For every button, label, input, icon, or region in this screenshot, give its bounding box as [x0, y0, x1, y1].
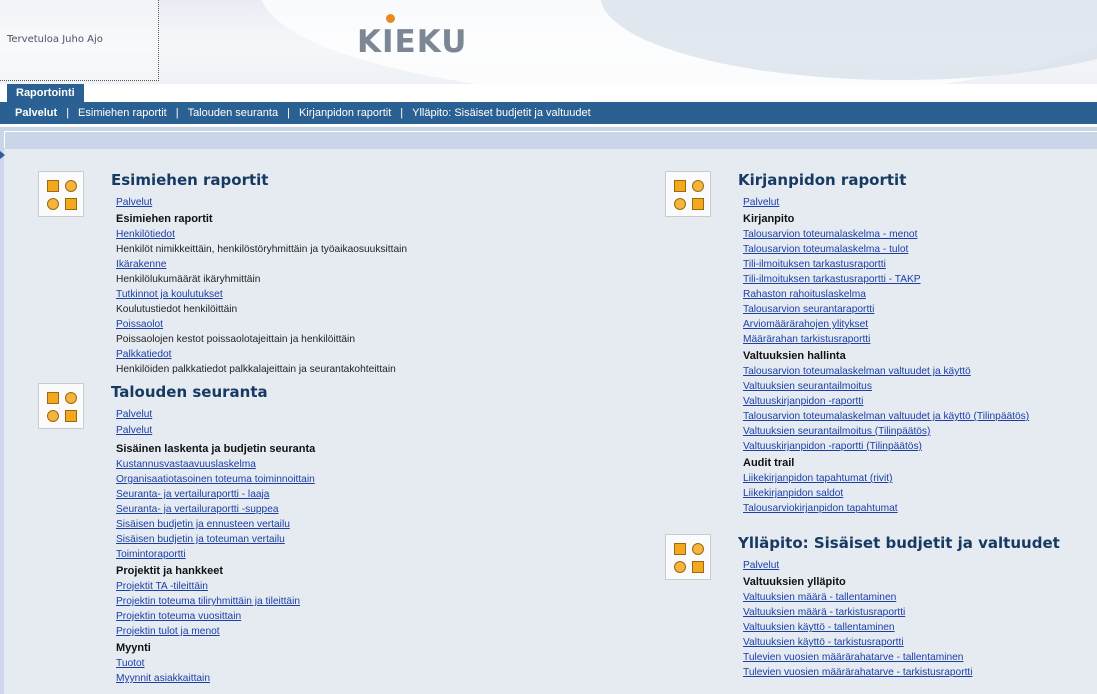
nav-item[interactable]: Ylläpito: Sisäiset budjetit ja valtuudet	[412, 107, 591, 119]
report-link[interactable]: Määrärahan tarkistusraportti	[743, 332, 1029, 347]
report-link[interactable]: Tulevien vuosien määrärahatarve - tarkis…	[743, 665, 973, 680]
nav-separator: |	[175, 107, 179, 119]
report-link[interactable]: Palkkatiedot	[116, 347, 407, 362]
report-link[interactable]: Palvelut	[743, 558, 973, 573]
group-heading: Valtuuksien hallinta	[743, 350, 846, 362]
group-heading: Audit trail	[743, 457, 795, 469]
report-link[interactable]: Seuranta- ja vertailuraportti - laaja	[116, 487, 315, 502]
report-link[interactable]: Projektit TA -tileittäin	[116, 579, 315, 594]
report-group-icon	[38, 383, 84, 429]
group-heading: Esimiehen raportit	[116, 213, 213, 225]
report-link[interactable]: Valtuuksien seurantailmoitus	[743, 379, 1029, 394]
report-link[interactable]: Liikekirjanpidon saldot	[743, 486, 1029, 501]
nav-items: Palvelut | Esimiehen raportit | Talouden seu…	[15, 102, 591, 124]
report-link[interactable]: Sisäisen budjetin ja ennusteen vertailu	[116, 517, 315, 532]
section-body: Palvelut Kirjanpito Talousarvion toteumala…	[743, 195, 1029, 516]
section-body: Palvelut Valtuuksien ylläpito Valtuuksien …	[743, 558, 973, 680]
report-link[interactable]: Toimintoraportti	[116, 547, 315, 562]
report-link[interactable]: Rahaston rahoituslaskelma	[743, 287, 1029, 302]
nav-separator: |	[287, 107, 290, 119]
nav-item[interactable]: Talouden seuranta	[188, 107, 279, 119]
report-link[interactable]: Talousarviokirjanpidon tapahtumat	[743, 501, 1029, 516]
nav-item[interactable]: Kirjanpidon raportit	[299, 107, 391, 119]
section-title: Esimiehen raportit	[111, 171, 269, 189]
nav-separator: |	[66, 107, 70, 119]
report-link[interactable]: Organisaatiotasoinen toteuma toiminnoitt…	[116, 472, 315, 487]
report-link[interactable]: Talousarvion toteumalaskelman valtuudet …	[743, 409, 1029, 424]
report-description: Poissaolojen kestot poissaolotajeittain …	[116, 334, 355, 345]
report-link[interactable]: Palvelut	[116, 195, 407, 210]
report-link[interactable]: Talousarvion toteumalaskelma - menot	[743, 227, 1029, 242]
left-collapse-strip[interactable]	[0, 149, 5, 694]
report-link[interactable]: Valtuuksien määrä - tarkistusraportti	[743, 605, 973, 620]
report-link[interactable]: Palvelut	[116, 422, 315, 440]
section-body: Palvelut Palvelut Sisäinen laskenta ja bud…	[116, 407, 315, 686]
report-link[interactable]: Projektin toteuma tiliryhmittäin ja tile…	[116, 594, 315, 609]
section-title: Kirjanpidon raportit	[738, 171, 907, 189]
group-heading: Valtuuksien ylläpito	[743, 576, 846, 588]
welcome-text: Tervetuloa Juho Ajo	[7, 34, 103, 45]
nav-item[interactable]: Palvelut	[15, 107, 57, 119]
report-description: Henkilöt nimikkeittäin, henkilöstöryhmit…	[116, 244, 408, 255]
report-link[interactable]: Tili-ilmoituksen tarkastusraportti - TAK…	[743, 272, 1029, 287]
report-link[interactable]: Ikärakenne	[116, 257, 407, 272]
report-link[interactable]: Palvelut	[116, 407, 315, 422]
sub-toolbar-inner	[4, 131, 1097, 148]
group-heading: Kirjanpito	[743, 213, 795, 225]
report-link[interactable]: Poissaolot	[116, 317, 407, 332]
report-link[interactable]: Projektin tulot ja menot	[116, 624, 315, 639]
report-link[interactable]: Valtuuskirjanpidon -raportti (Tilinpäätö…	[743, 439, 1029, 454]
kieku-logo: KIEKU	[357, 14, 477, 64]
section-body: Palvelut Esimiehen raportit Henkilötiedot H…	[116, 195, 407, 377]
group-heading: Projektit ja hankkeet	[116, 565, 223, 577]
report-link[interactable]: Talousarvion seurantaraportti	[743, 302, 1029, 317]
content-area: Esimiehen raportit Palvelut Esimiehen rap…	[0, 149, 1097, 694]
expand-arrow-icon[interactable]	[0, 151, 5, 159]
report-link[interactable]: Sisäisen budjetin ja toteuman vertailu	[116, 532, 315, 547]
report-link[interactable]: Palvelut	[743, 195, 1029, 210]
welcome-box: Tervetuloa Juho Ajo	[0, 0, 159, 81]
report-link[interactable]: Projektin toteuma vuosittain	[116, 609, 315, 624]
report-link[interactable]: Tili-ilmoituksen tarkastusraportti	[743, 257, 1029, 272]
main-navigation: Palvelut | Esimiehen raportit | Talouden seu…	[0, 102, 1097, 126]
group-heading: Myynti	[116, 642, 151, 654]
report-link[interactable]: Talousarvion toteumalaskelma - tulot	[743, 242, 1029, 257]
report-group-icon	[665, 534, 711, 580]
report-link[interactable]: Valtuuksien käyttö - tallentaminen	[743, 620, 973, 635]
report-link[interactable]: Liikekirjanpidon tapahtumat (rivit)	[743, 471, 1029, 486]
sub-toolbar	[0, 126, 1097, 150]
report-link[interactable]: Kustannusvastaavuuslaskelma	[116, 457, 315, 472]
report-link[interactable]: Seuranta- ja vertailuraportti -suppea	[116, 502, 315, 517]
report-link[interactable]: Valtuuksien määrä - tallentaminen	[743, 590, 973, 605]
report-group-icon	[38, 171, 84, 217]
report-link[interactable]: Talousarvion toteumalaskelman valtuudet …	[743, 364, 1029, 379]
report-link[interactable]: Valtuuksien käyttö - tarkistusraportti	[743, 635, 973, 650]
report-description: Henkilöiden palkkatiedot palkkalajeittai…	[116, 364, 396, 375]
report-link[interactable]: Tuotot	[116, 656, 315, 671]
group-heading: Sisäinen laskenta ja budjetin seuranta	[116, 443, 316, 455]
nav-separator: |	[400, 107, 404, 119]
page-header: Tervetuloa Juho Ajo KIEKU	[0, 0, 1097, 84]
tab-raportointi[interactable]: Raportointi	[7, 84, 84, 102]
report-description: Koulutustiedot henkilöittäin	[116, 304, 238, 315]
nav-item[interactable]: Esimiehen raportit	[78, 107, 167, 119]
report-description: Henkilölukumäärät ikäryhmittäin	[116, 274, 261, 285]
report-link[interactable]: Henkilötiedot	[116, 227, 407, 242]
report-link[interactable]: Tutkinnot ja koulutukset	[116, 287, 407, 302]
report-link[interactable]: Arviomäärärahojen ylitykset	[743, 317, 1029, 332]
report-link[interactable]: Valtuuksien seurantailmoitus (Tilinpäätö…	[743, 424, 1029, 439]
report-link[interactable]: Valtuuskirjanpidon -raportti	[743, 394, 1029, 409]
section-title: Talouden seuranta	[111, 383, 268, 401]
report-group-icon	[665, 171, 711, 217]
report-link[interactable]: Tulevien vuosien määrärahatarve - tallen…	[743, 650, 973, 665]
logo-dot-icon	[386, 14, 395, 23]
tab-bar: Raportointi	[0, 84, 1097, 102]
logo-text: KIEKU	[357, 24, 468, 60]
section-title: Ylläpito: Sisäiset budjetit ja valtuudet	[738, 534, 1060, 552]
report-link[interactable]: Myynnit asiakkaittain	[116, 671, 315, 686]
